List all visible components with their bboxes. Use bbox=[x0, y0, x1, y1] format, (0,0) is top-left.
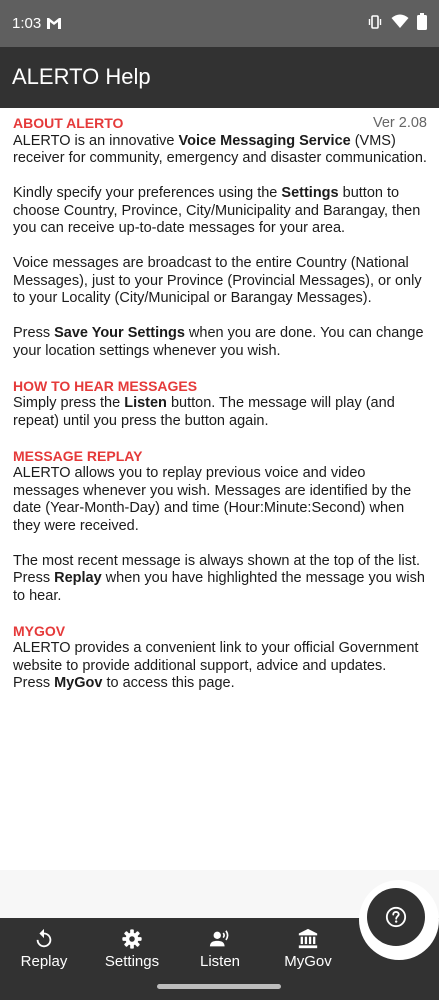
home-indicator[interactable] bbox=[157, 984, 281, 989]
version-label: Ver 2.08 bbox=[372, 115, 427, 131]
section-how-to-hear: HOW TO HEAR MESSAGES Simply press the Li… bbox=[13, 378, 427, 431]
paragraph: Simply press the Listen button. The mess… bbox=[13, 395, 395, 429]
settings-label: Settings bbox=[104, 953, 160, 970]
help-button[interactable] bbox=[367, 888, 425, 946]
paragraph: ALERTO allows you to replay previous voi… bbox=[13, 465, 412, 534]
status-time: 1:03 bbox=[12, 15, 42, 32]
section-heading: ABOUT ALERTO bbox=[13, 115, 124, 131]
paragraph: Kindly specify your preferences using th… bbox=[13, 185, 421, 236]
listen-button[interactable]: Listen bbox=[180, 918, 260, 978]
section-heading: MESSAGE REPLAY bbox=[13, 447, 143, 464]
paragraph: Press Save Your Settings when you are do… bbox=[13, 325, 424, 359]
app-bar: ALERTO Help bbox=[0, 47, 439, 108]
replay-icon bbox=[36, 928, 52, 948]
paragraph: The most recent message is always shown … bbox=[13, 552, 425, 604]
status-bar: 1:03 bbox=[0, 0, 439, 47]
paragraph: Voice messages are broadcast to the enti… bbox=[13, 255, 422, 306]
section-message-replay: MESSAGE REPLAY ALERTO allows you to repl… bbox=[13, 448, 427, 606]
paragraph: ALERTO provides a convenient link to you… bbox=[13, 640, 419, 691]
mygov-button[interactable]: MyGov bbox=[268, 918, 348, 978]
replay-label: Replay bbox=[20, 953, 68, 970]
listen-label: Listen bbox=[199, 953, 241, 970]
section-about: ABOUT ALERTO ALERTO is an innovative Voi… bbox=[13, 115, 427, 360]
speaking-person-icon bbox=[209, 930, 229, 947]
paragraph: ALERTO is an innovative Voice Messaging … bbox=[13, 132, 427, 167]
gear-icon bbox=[122, 929, 142, 949]
wifi-icon bbox=[391, 14, 409, 28]
battery-icon bbox=[417, 13, 427, 30]
mygov-label: MyGov bbox=[284, 953, 332, 970]
section-heading: MYGOV bbox=[13, 622, 66, 639]
government-building-icon bbox=[298, 928, 318, 949]
settings-button[interactable]: Settings bbox=[92, 918, 172, 978]
page-title: ALERTO Help bbox=[12, 64, 151, 89]
section-heading: HOW TO HEAR MESSAGES bbox=[13, 377, 198, 394]
gmail-notification-icon bbox=[47, 18, 61, 29]
help-content[interactable]: Ver 2.08 ABOUT ALERTO ALERTO is an innov… bbox=[13, 115, 427, 710]
help-icon bbox=[385, 906, 407, 928]
section-mygov: MYGOV ALERTO provides a convenient link … bbox=[13, 623, 427, 693]
replay-button[interactable]: Replay bbox=[4, 918, 84, 978]
vibrate-icon bbox=[368, 14, 382, 29]
